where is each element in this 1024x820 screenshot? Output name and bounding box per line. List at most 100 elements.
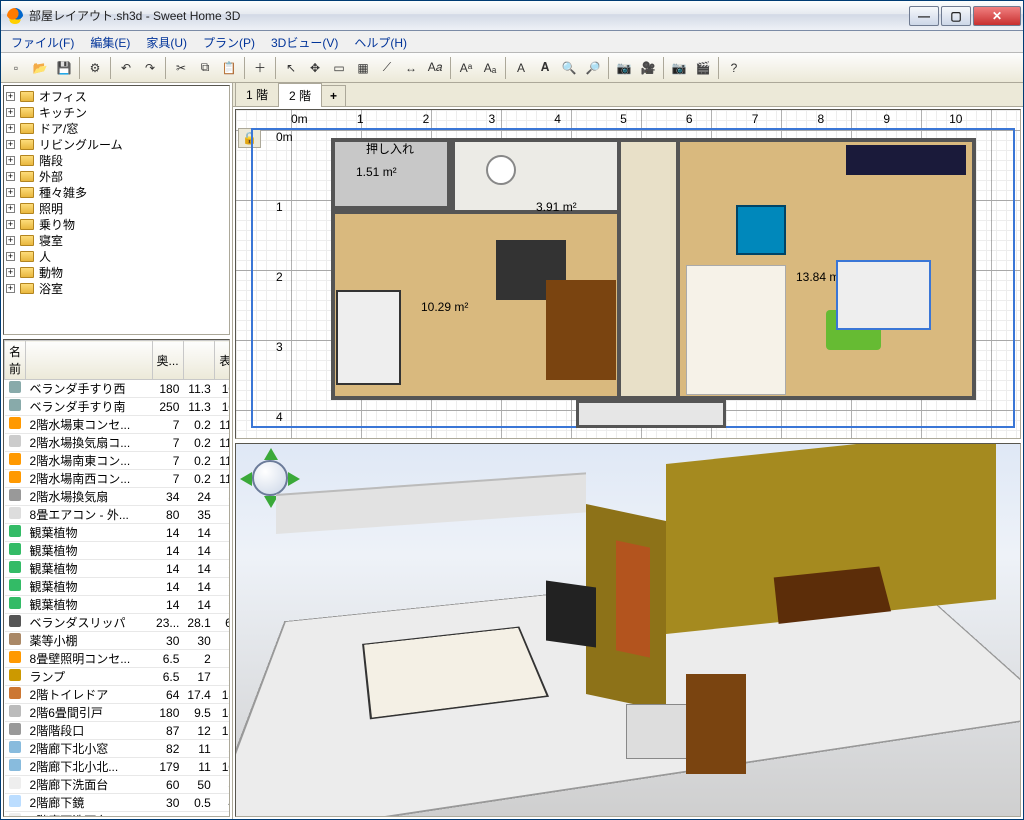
table-row[interactable]: 2階水場南西コン...70.211.5 <box>5 470 231 488</box>
3d-walk-icon[interactable]: 🔎 <box>582 57 604 79</box>
catalog-tree[interactable]: +オフィス+キッチン+ドア/窓+リビングルーム+階段+外部+種々雑多+照明+乗り… <box>3 85 230 335</box>
menu-file[interactable]: ファイル(F) <box>3 31 82 52</box>
nav-left-icon[interactable] <box>240 472 252 486</box>
nav-right-icon[interactable] <box>288 472 300 486</box>
catalog-item[interactable]: +種々雑多 <box>6 184 227 200</box>
catalog-item[interactable]: +リビングルーム <box>6 136 227 152</box>
expand-icon[interactable]: + <box>6 156 15 165</box>
table-row[interactable]: 観葉植物141490 <box>5 524 231 542</box>
expand-icon[interactable]: + <box>6 268 15 277</box>
menu-furniture[interactable]: 家具(U) <box>138 31 195 52</box>
table-row[interactable]: 2階水場換気扇342435 <box>5 488 231 506</box>
video-icon[interactable]: 🎬 <box>692 57 714 79</box>
expand-icon[interactable]: + <box>6 108 15 117</box>
table-row[interactable]: 観葉植物141490 <box>5 542 231 560</box>
catalog-item[interactable]: +照明 <box>6 200 227 216</box>
catalog-item[interactable]: +オフィス <box>6 88 227 104</box>
furniture-list[interactable]: 名前 奥... 表... ベランダ手すり西18011.3105ベランダ手すり南250… <box>3 339 230 817</box>
3d-overview-icon[interactable]: 🔍 <box>558 57 580 79</box>
table-row[interactable]: 薬等小棚303060 <box>5 632 231 650</box>
expand-icon[interactable]: + <box>6 252 15 261</box>
paste-icon[interactable]: 📋 <box>218 57 240 79</box>
titlebar[interactable]: 部屋レイアウト.sh3d - Sweet Home 3D — ▢ ✕ <box>1 1 1023 31</box>
column-header[interactable]: 表... <box>215 341 230 380</box>
undo-icon[interactable]: ↶ <box>115 57 137 79</box>
select-icon[interactable]: ↖ <box>280 57 302 79</box>
table-row[interactable]: 8畳エアコン - 外...803561 <box>5 506 231 524</box>
pan-icon[interactable]: ✥ <box>304 57 326 79</box>
menu-help[interactable]: ヘルプ(H) <box>346 31 415 52</box>
open-icon[interactable]: 📂 <box>29 57 51 79</box>
catalog-item[interactable]: +動物 <box>6 264 227 280</box>
menu-3dview[interactable]: 3Dビュー(V) <box>263 31 346 52</box>
wall-icon[interactable]: ▭ <box>328 57 350 79</box>
catalog-item[interactable]: +キッチン <box>6 104 227 120</box>
expand-icon[interactable]: + <box>6 172 15 181</box>
save-icon[interactable]: 💾 <box>53 57 75 79</box>
room-icon[interactable]: ▦ <box>352 57 374 79</box>
table-row[interactable]: 2階6畳間引戸1809.5181 <box>5 704 231 722</box>
catalog-item[interactable]: +外部 <box>6 168 227 184</box>
table-row[interactable]: 観葉植物141490 <box>5 560 231 578</box>
table-row[interactable]: 2階廊下洗面台605080 <box>5 776 231 794</box>
table-row[interactable]: 2階水場南東コン...70.211.5 <box>5 452 231 470</box>
dimension-icon[interactable]: ↔ <box>400 57 422 79</box>
table-header[interactable]: 名前 奥... 表... <box>5 341 231 380</box>
zoom-out-icon[interactable]: 🎥 <box>637 57 659 79</box>
expand-icon[interactable]: + <box>6 188 15 197</box>
table-row[interactable]: 2階水場換気扇コ...70.211.5 <box>5 434 231 452</box>
3d-top-icon[interactable]: A <box>510 57 532 79</box>
table-row[interactable]: ベランダ手すり南25011.3105 <box>5 398 231 416</box>
menu-plan[interactable]: プラン(P) <box>195 31 263 52</box>
table-row[interactable]: ベランダ手すり西18011.3105 <box>5 380 231 398</box>
3d-virtual-icon[interactable]: 𝐀 <box>534 57 556 79</box>
column-header[interactable]: 奥... <box>152 341 183 380</box>
minimize-button[interactable]: — <box>909 6 939 26</box>
tab-add-floor[interactable]: + <box>321 85 346 106</box>
menu-edit[interactable]: 編集(E) <box>82 31 138 52</box>
table-row[interactable]: 2階廊下北小窓821159 <box>5 740 231 758</box>
text-icon[interactable]: A𝑎 <box>424 57 446 79</box>
catalog-item[interactable]: +浴室 <box>6 280 227 296</box>
expand-icon[interactable]: + <box>6 92 15 101</box>
preferences-icon[interactable]: ⚙ <box>84 57 106 79</box>
tab-floor-1[interactable]: 1 階 <box>235 82 279 106</box>
column-header[interactable]: 名前 <box>5 341 26 380</box>
table-row[interactable]: ベランダスリッパ23...28.16.1 <box>5 614 231 632</box>
table-row[interactable]: 2階階段口8712193 <box>5 722 231 740</box>
import-bg-icon[interactable]: Aₐ <box>479 57 501 79</box>
help-icon[interactable]: ? <box>723 57 745 79</box>
table-row[interactable]: 8畳壁照明コンセ...6.529 <box>5 650 231 668</box>
import-icon[interactable]: Aᵃ <box>455 57 477 79</box>
catalog-item[interactable]: +ドア/窓 <box>6 120 227 136</box>
table-row[interactable]: 2階廊下洗面台...426.45 <box>5 812 231 818</box>
table-row[interactable]: 2階トイレドア6417.4181 <box>5 686 231 704</box>
new-icon[interactable]: ▫ <box>5 57 27 79</box>
3d-view[interactable] <box>235 443 1021 817</box>
table-row[interactable]: 観葉植物141490 <box>5 596 231 614</box>
table-row[interactable]: 観葉植物141490 <box>5 578 231 596</box>
catalog-item[interactable]: +乗り物 <box>6 216 227 232</box>
expand-icon[interactable]: + <box>6 204 15 213</box>
expand-icon[interactable]: + <box>6 140 15 149</box>
tab-floor-2[interactable]: 2 階 <box>278 83 322 107</box>
cut-icon[interactable]: ✂ <box>170 57 192 79</box>
table-row[interactable]: ランプ6.51725 <box>5 668 231 686</box>
photo-icon[interactable]: 📷 <box>668 57 690 79</box>
redo-icon[interactable]: ↷ <box>139 57 161 79</box>
table-row[interactable]: 2階廊下鏡300.545 <box>5 794 231 812</box>
table-row[interactable]: 2階水場東コンセ...70.211.5 <box>5 416 231 434</box>
room-corridor[interactable] <box>621 138 676 400</box>
column-header[interactable] <box>183 341 214 380</box>
column-header[interactable] <box>26 341 153 380</box>
add-furniture-icon[interactable]: ＋ <box>249 57 271 79</box>
expand-icon[interactable]: + <box>6 284 15 293</box>
zoom-in-icon[interactable]: 📷 <box>613 57 635 79</box>
catalog-item[interactable]: +寝室 <box>6 232 227 248</box>
balcony[interactable] <box>576 400 726 428</box>
expand-icon[interactable]: + <box>6 124 15 133</box>
polyline-icon[interactable]: ⟋ <box>376 57 398 79</box>
maximize-button[interactable]: ▢ <box>941 6 971 26</box>
nav-up-icon[interactable] <box>264 448 278 460</box>
expand-icon[interactable]: + <box>6 220 15 229</box>
